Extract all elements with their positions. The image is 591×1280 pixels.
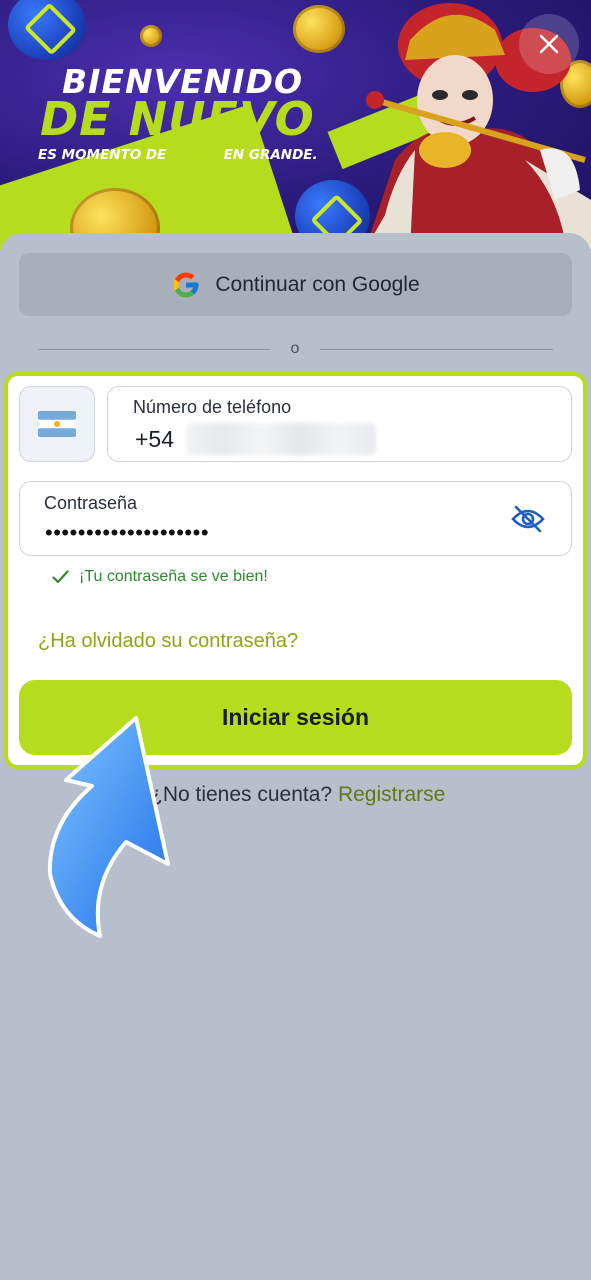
register-prompt-text: ¿No tienes cuenta?: [150, 783, 338, 806]
password-validation-message: ¡Tu contraseña se ve bien!: [52, 568, 268, 586]
register-link[interactable]: Registrarse: [338, 783, 445, 806]
google-signin-label: Continuar con Google: [215, 272, 420, 296]
phone-number-redacted: [186, 423, 376, 455]
banner-title-line2: DE NUEVO: [40, 92, 315, 146]
forgot-password-link[interactable]: ¿Ha olvidado su contraseña?: [38, 630, 298, 653]
close-button[interactable]: [519, 14, 579, 74]
ball-decoration: [8, 0, 86, 60]
password-validation-text: ¡Tu contraseña se ve bien!: [79, 568, 268, 585]
phone-number-field[interactable]: Número de teléfono +54: [107, 386, 572, 462]
eye-slash-icon: [511, 505, 545, 533]
coin-decoration: [140, 25, 162, 47]
phone-country-code: +54: [135, 426, 175, 452]
register-prompt: ¿No tienes cuenta? Registrarse: [150, 783, 445, 807]
password-label: Contraseña: [44, 493, 138, 513]
check-icon: [52, 570, 69, 584]
pointer-arrow-annotation: [47, 716, 170, 938]
close-icon: [539, 34, 559, 54]
google-logo-icon: [173, 272, 199, 297]
argentina-flag-icon: [38, 411, 76, 437]
coin-decoration: [293, 5, 345, 53]
divider-text: o: [290, 340, 300, 357]
banner-subtitle: ES MOMENTO DE JUGAR EN GRANDE.: [38, 147, 318, 163]
promo-banner: BIENVENIDO DE NUEVO ES MOMENTO DE JUGAR …: [0, 0, 591, 250]
password-value: ••••••••••••••••••••: [45, 520, 210, 545]
toggle-password-visibility-button[interactable]: [509, 502, 547, 536]
divider-line: [38, 349, 270, 350]
phone-number-label: Número de teléfono: [133, 397, 292, 417]
country-selector[interactable]: [19, 386, 95, 462]
password-field[interactable]: Contraseña ••••••••••••••••••••: [19, 481, 572, 556]
divider-line: [320, 349, 553, 350]
google-signin-button[interactable]: Continuar con Google: [19, 253, 572, 316]
